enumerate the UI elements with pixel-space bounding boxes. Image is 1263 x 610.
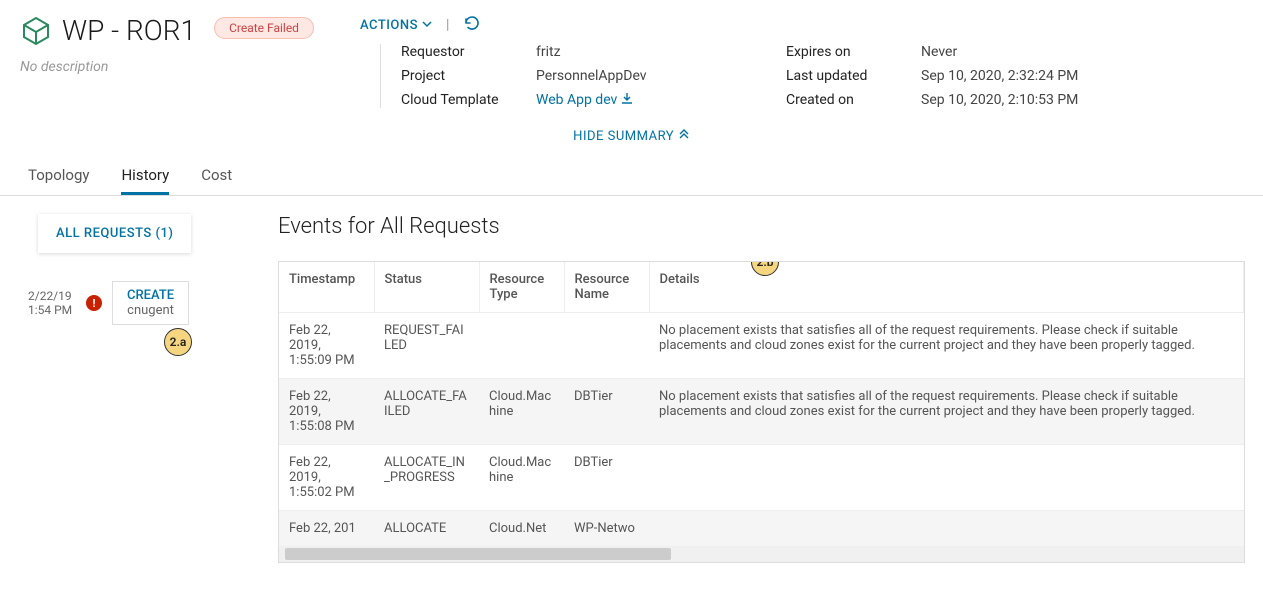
- summary-right-labels: Expires on Last updated Created on: [786, 44, 921, 108]
- actions-dropdown[interactable]: ACTIONS: [360, 18, 432, 33]
- status-badge: Create Failed: [214, 17, 314, 39]
- col-details[interactable]: Details: [649, 262, 1244, 313]
- request-date: 2/22/19: [28, 289, 76, 303]
- request-card[interactable]: CREATE cnugent: [112, 281, 189, 325]
- summary-value-project: PersonnelAppDev: [536, 68, 786, 84]
- header-right: ACTIONS | Requestor Project Cloud Templa…: [360, 14, 1243, 108]
- cell-status: ALLOCATE_IN_PROGRESS: [374, 445, 479, 511]
- events-main: Events for All Requests Timestamp Status…: [238, 214, 1245, 563]
- actions-label: ACTIONS: [360, 18, 418, 33]
- summary-value-created-on: Sep 10, 2020, 2:10:53 PM: [921, 92, 1171, 108]
- summary-label-requestor: Requestor: [401, 44, 536, 60]
- cloud-template-link[interactable]: Web App dev: [536, 92, 617, 108]
- request-item: 2/22/19 1:54 PM ! CREATE cnugent: [18, 281, 238, 325]
- summary-right-values: Never Sep 10, 2020, 2:32:24 PM Sep 10, 2…: [921, 44, 1171, 108]
- summary-grid: Requestor Project Cloud Template fritz P…: [380, 44, 1243, 108]
- tab-history[interactable]: History: [121, 158, 169, 195]
- cell-timestamp: Feb 22, 2019, 1:55:08 PM: [279, 379, 374, 445]
- cell-resource-type: Cloud.Net: [479, 511, 564, 547]
- cell-timestamp: Feb 22, 2019, 1:55:09 PM: [279, 313, 374, 379]
- tab-topology[interactable]: Topology: [28, 158, 89, 195]
- hide-summary-label: HIDE SUMMARY: [573, 129, 674, 144]
- summary-left-values: fritz PersonnelAppDev Web App dev: [536, 44, 786, 108]
- table-row: Feb 22, 2019, 1:55:08 PM ALLOCATE_FAILED…: [279, 379, 1244, 445]
- col-resource-type[interactable]: Resource Type: [479, 262, 564, 313]
- cell-details: No placement exists that satisfies all o…: [649, 313, 1244, 379]
- summary-label-cloud-template: Cloud Template: [401, 92, 536, 108]
- table-row: Feb 22, 2019, 1:55:02 PM ALLOCATE_IN_PRO…: [279, 445, 1244, 511]
- cell-details: No placement exists that satisfies all o…: [649, 379, 1244, 445]
- cell-resource-type: Cloud.Machine: [479, 445, 564, 511]
- chevron-down-icon: [422, 18, 432, 33]
- title-row: WP - ROR1 Create Failed: [20, 14, 360, 47]
- cube-icon: [20, 15, 52, 47]
- content: ALL REQUESTS (1) 2/22/19 1:54 PM ! CREAT…: [0, 196, 1263, 563]
- refresh-icon[interactable]: [463, 14, 481, 36]
- cell-resource-name: DBTier: [564, 379, 649, 445]
- cell-details: [649, 445, 1244, 511]
- actions-area: ACTIONS |: [360, 14, 1243, 36]
- table-row: Feb 22, 2019, 1:55:09 PM REQUEST_FAILED …: [279, 313, 1244, 379]
- events-table-wrapper: Timestamp Status Resource Type Resource …: [278, 261, 1245, 563]
- summary-left-labels: Requestor Project Cloud Template: [401, 44, 536, 108]
- col-resource-name[interactable]: Resource Name: [564, 262, 649, 313]
- cell-details: [649, 511, 1244, 547]
- request-timestamp: 2/22/19 1:54 PM: [28, 289, 76, 317]
- events-title: Events for All Requests: [278, 214, 1245, 239]
- summary-label-last-updated: Last updated: [786, 68, 921, 84]
- cell-status: ALLOCATE: [374, 511, 479, 547]
- title-block: WP - ROR1 Create Failed No description: [20, 14, 360, 75]
- hide-summary-toggle[interactable]: HIDE SUMMARY: [0, 108, 1263, 158]
- scrollbar-thumb[interactable]: [285, 548, 671, 560]
- tabs: Topology History Cost: [0, 158, 1263, 196]
- summary-label-created-on: Created on: [786, 92, 921, 108]
- summary-value-requestor: fritz: [536, 44, 786, 60]
- request-action: CREATE: [127, 288, 174, 303]
- summary-value-last-updated: Sep 10, 2020, 2:32:24 PM: [921, 68, 1171, 84]
- col-status[interactable]: Status: [374, 262, 479, 313]
- summary-label-expires: Expires on: [786, 44, 921, 60]
- cell-status: ALLOCATE_FAILED: [374, 379, 479, 445]
- page-title: WP - ROR1: [62, 14, 196, 47]
- cell-resource-type: Cloud.Machine: [479, 379, 564, 445]
- page-header: WP - ROR1 Create Failed No description A…: [0, 0, 1263, 108]
- col-timestamp[interactable]: Timestamp: [279, 262, 374, 313]
- error-icon: !: [86, 295, 102, 311]
- table-row: Feb 22, 201 ALLOCATE Cloud.Net WP-Netwo: [279, 511, 1244, 547]
- no-description-text: No description: [20, 59, 360, 75]
- cell-status: REQUEST_FAILED: [374, 313, 479, 379]
- cell-timestamp: Feb 22, 2019, 1:55:02 PM: [279, 445, 374, 511]
- events-table: Timestamp Status Resource Type Resource …: [279, 262, 1244, 546]
- all-requests-button[interactable]: ALL REQUESTS (1): [38, 214, 191, 253]
- download-icon[interactable]: [621, 92, 633, 108]
- summary-value-cloud-template: Web App dev: [536, 92, 786, 108]
- history-sidebar: ALL REQUESTS (1) 2/22/19 1:54 PM ! CREAT…: [18, 214, 238, 563]
- chevron-up-double-icon: [678, 129, 690, 144]
- cell-resource-name: [564, 313, 649, 379]
- cell-resource-type: [479, 313, 564, 379]
- separator: |: [446, 17, 449, 33]
- summary-value-expires: Never: [921, 44, 1171, 60]
- cell-timestamp: Feb 22, 201: [279, 511, 374, 547]
- summary-label-project: Project: [401, 68, 536, 84]
- request-user: cnugent: [127, 303, 174, 318]
- request-time: 1:54 PM: [28, 303, 76, 317]
- cell-resource-name: WP-Netwo: [564, 511, 649, 547]
- tab-cost[interactable]: Cost: [201, 158, 232, 195]
- cell-resource-name: DBTier: [564, 445, 649, 511]
- horizontal-scrollbar[interactable]: [279, 546, 1244, 562]
